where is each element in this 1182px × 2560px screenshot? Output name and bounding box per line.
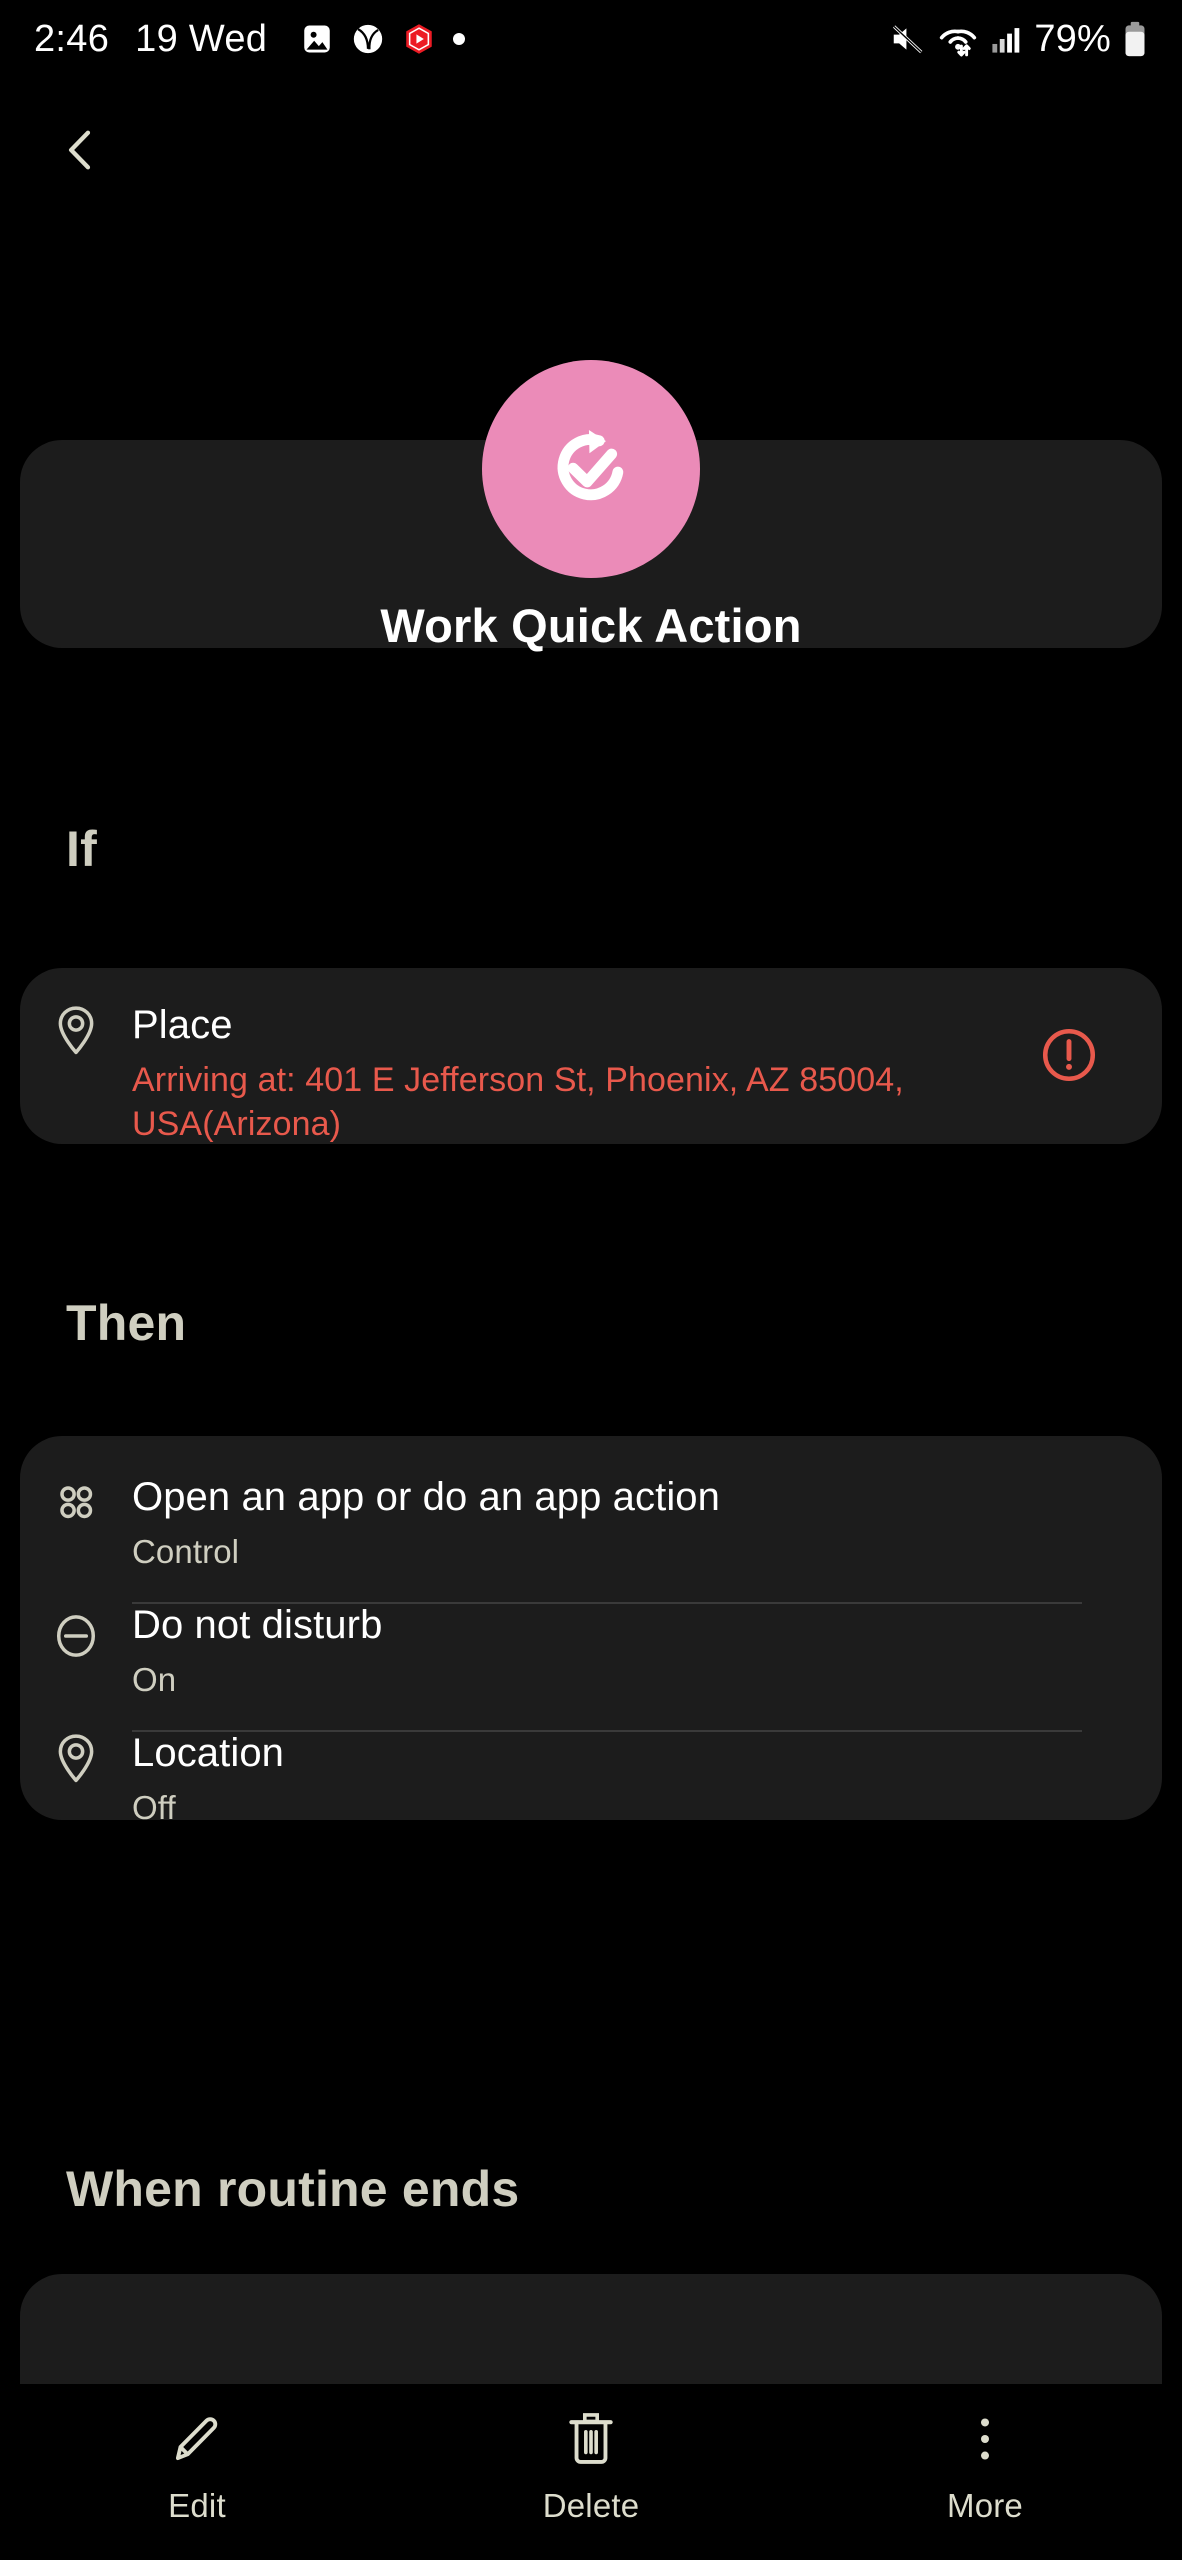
then-action-text: Open an app or do an app action Control <box>132 1474 1162 1574</box>
delete-button[interactable]: Delete <box>394 2384 788 2525</box>
status-bar-left: 2:46 19 Wed <box>34 17 466 61</box>
status-date: 19 Wed <box>135 17 268 60</box>
wifi-icon <box>938 20 978 58</box>
then-action-subtitle: Control <box>132 1533 240 1570</box>
routine-icon-badge <box>482 360 700 578</box>
table-row[interactable]: Open an app or do an app action Control <box>20 1474 1162 1574</box>
section-heading-when-routine-ends: When routine ends <box>66 2161 520 2217</box>
mute-icon <box>889 20 927 58</box>
then-actions-card: Open an app or do an app action Control … <box>20 1436 1162 1826</box>
youtube-icon <box>402 22 436 56</box>
routine-title: Work Quick Action <box>380 599 802 652</box>
table-row[interactable]: Location Off <box>20 1730 1162 1830</box>
pencil-icon <box>175 2417 218 2461</box>
table-row[interactable]: Do not disturb On <box>20 1602 1162 1702</box>
table-row[interactable]: Place Arriving at: 401 E Jefferson St, P… <box>20 1002 1162 1146</box>
battery-percent: 79% <box>1034 17 1111 60</box>
delete-label: Delete <box>542 2487 640 2524</box>
sports-ball-icon <box>351 22 385 56</box>
section-heading-if: If <box>66 821 97 877</box>
if-condition-subtitle: Arriving at: 401 E Jefferson St, Phoenix… <box>132 1061 904 1143</box>
gallery-icon <box>300 22 334 56</box>
if-condition-card[interactable]: Place Arriving at: 401 E Jefferson St, P… <box>20 968 1162 1144</box>
then-action-subtitle: On <box>132 1661 177 1698</box>
if-condition-title: Place <box>132 1003 233 1047</box>
chevron-left-icon <box>68 130 91 170</box>
signal-icon <box>989 22 1023 56</box>
status-time: 2:46 <box>34 17 110 60</box>
section-heading-then: Then <box>66 1295 187 1351</box>
edit-button[interactable]: Edit <box>0 2384 394 2525</box>
routine-detail-screen: 2:46 19 Wed 79% Work Quick Action If Pla… <box>0 0 1182 2560</box>
location-pin-icon <box>20 1730 132 1830</box>
battery-icon <box>1122 20 1148 58</box>
bottom-action-bar: Edit Delete More <box>0 2384 1182 2560</box>
location-pin-icon <box>20 1002 132 1146</box>
routine-refresh-check-icon <box>557 429 624 501</box>
then-action-title: Open an app or do an app action <box>132 1475 721 1519</box>
error-exclamation-icon[interactable] <box>1038 1024 1100 1091</box>
edit-label: Edit <box>168 2487 226 2524</box>
status-bar-right: 79% <box>889 18 1148 61</box>
more-button[interactable]: More <box>788 2384 1182 2525</box>
do-not-disturb-icon <box>20 1602 132 1702</box>
status-bar: 2:46 19 Wed 79% <box>0 0 1182 78</box>
dot-icon <box>453 33 466 45</box>
then-action-text: Do not disturb On <box>132 1602 1162 1702</box>
app-grid-icon <box>20 1474 132 1574</box>
when-routine-ends-card[interactable] <box>20 2274 1162 2394</box>
if-condition-text: Place Arriving at: 401 E Jefferson St, P… <box>132 1002 1162 1146</box>
then-action-title: Location <box>132 1731 285 1775</box>
more-label: More <box>947 2487 1023 2524</box>
back-button[interactable] <box>34 104 126 196</box>
more-vertical-icon <box>980 2418 990 2460</box>
then-action-subtitle: Off <box>132 1789 176 1826</box>
trash-icon <box>569 2413 613 2464</box>
then-action-text: Location Off <box>132 1730 1162 1830</box>
then-action-title: Do not disturb <box>132 1603 383 1647</box>
top-nav-bar <box>0 104 1182 196</box>
